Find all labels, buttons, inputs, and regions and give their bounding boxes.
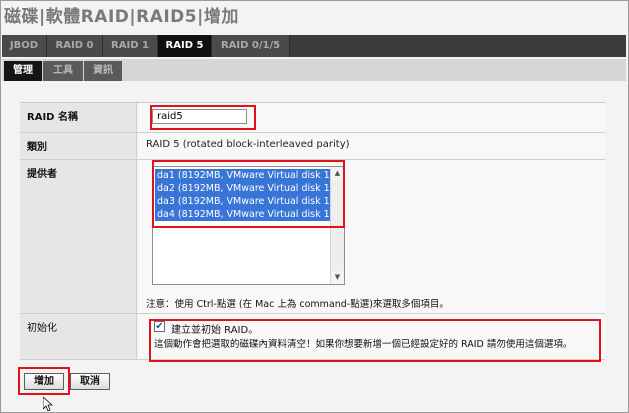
subtab-tools[interactable]: 工具: [43, 61, 83, 81]
type-value: RAID 5 (rotated block-interleaved parity…: [146, 139, 350, 150]
init-checkbox-label[interactable]: 建立並初始 RAID。: [171, 321, 258, 336]
raid-form: RAID 名稱 類別 RAID 5 (rotated block-interle…: [20, 102, 605, 360]
row-raid-name: RAID 名稱: [20, 103, 605, 133]
multi-select-note: 注意：使用 Ctrl-點選 (在 Mac 上為 command-點選)來選取多個…: [146, 299, 449, 310]
provider-option-da2[interactable]: da2 (8192MB, VMware Virtual disk 1.0): [155, 182, 331, 195]
cancel-button[interactable]: 取消: [70, 373, 110, 390]
row-init: 初始化 ✔ 建立並初始 RAID。 這個動作會把選取的磁碟內資料清空！如果你想要…: [20, 314, 605, 360]
providers-label: 提供者: [20, 160, 137, 313]
checkmark-icon: ✔: [155, 321, 164, 332]
scroll-up-icon[interactable]: ▲: [331, 167, 344, 180]
type-label: 類別: [20, 133, 137, 159]
add-button[interactable]: 增加: [24, 373, 64, 390]
subtab-info[interactable]: 資訊: [84, 61, 122, 81]
providers-listbox[interactable]: da1 (8192MB, VMware Virtual disk 1.0) da…: [152, 166, 345, 285]
mouse-cursor-icon: [43, 397, 53, 411]
scroll-down-icon[interactable]: ▼: [331, 271, 344, 284]
init-label: 初始化: [20, 314, 137, 359]
page-title: 磁碟|軟體RAID|RAID5|增加: [4, 7, 239, 27]
raid-name-label: RAID 名稱: [20, 103, 137, 132]
raid-name-input[interactable]: [152, 109, 247, 124]
raid-tab-bar: JBOD RAID 0 RAID 1 RAID 5 RAID 0/1/5: [2, 35, 626, 57]
tab-raid5[interactable]: RAID 5: [158, 35, 212, 57]
row-providers: 提供者 da1 (8192MB, VMware Virtual disk 1.0…: [20, 160, 605, 314]
row-type: 類別 RAID 5 (rotated block-interleaved par…: [20, 133, 605, 160]
tab-jbod[interactable]: JBOD: [2, 35, 47, 57]
init-warning-text: 這個動作會把選取的磁碟內資料清空！如果你想要新增一個已經設定好的 RAID 請勿…: [154, 339, 573, 350]
listbox-scrollbar[interactable]: ▲ ▼: [330, 167, 344, 284]
subtab-manage[interactable]: 管理: [4, 61, 42, 81]
tab-raid0[interactable]: RAID 0: [47, 35, 103, 57]
subtab-bar: 管理 工具 資訊: [2, 59, 626, 81]
init-checkbox[interactable]: ✔: [154, 321, 165, 332]
provider-option-da1[interactable]: da1 (8192MB, VMware Virtual disk 1.0): [155, 169, 331, 182]
tab-raid1[interactable]: RAID 1: [103, 35, 158, 57]
tab-raid015[interactable]: RAID 0/1/5: [212, 35, 290, 57]
provider-option-da3[interactable]: da3 (8192MB, VMware Virtual disk 1.0): [155, 195, 331, 208]
provider-option-da4[interactable]: da4 (8192MB, VMware Virtual disk 1.0): [155, 208, 331, 221]
